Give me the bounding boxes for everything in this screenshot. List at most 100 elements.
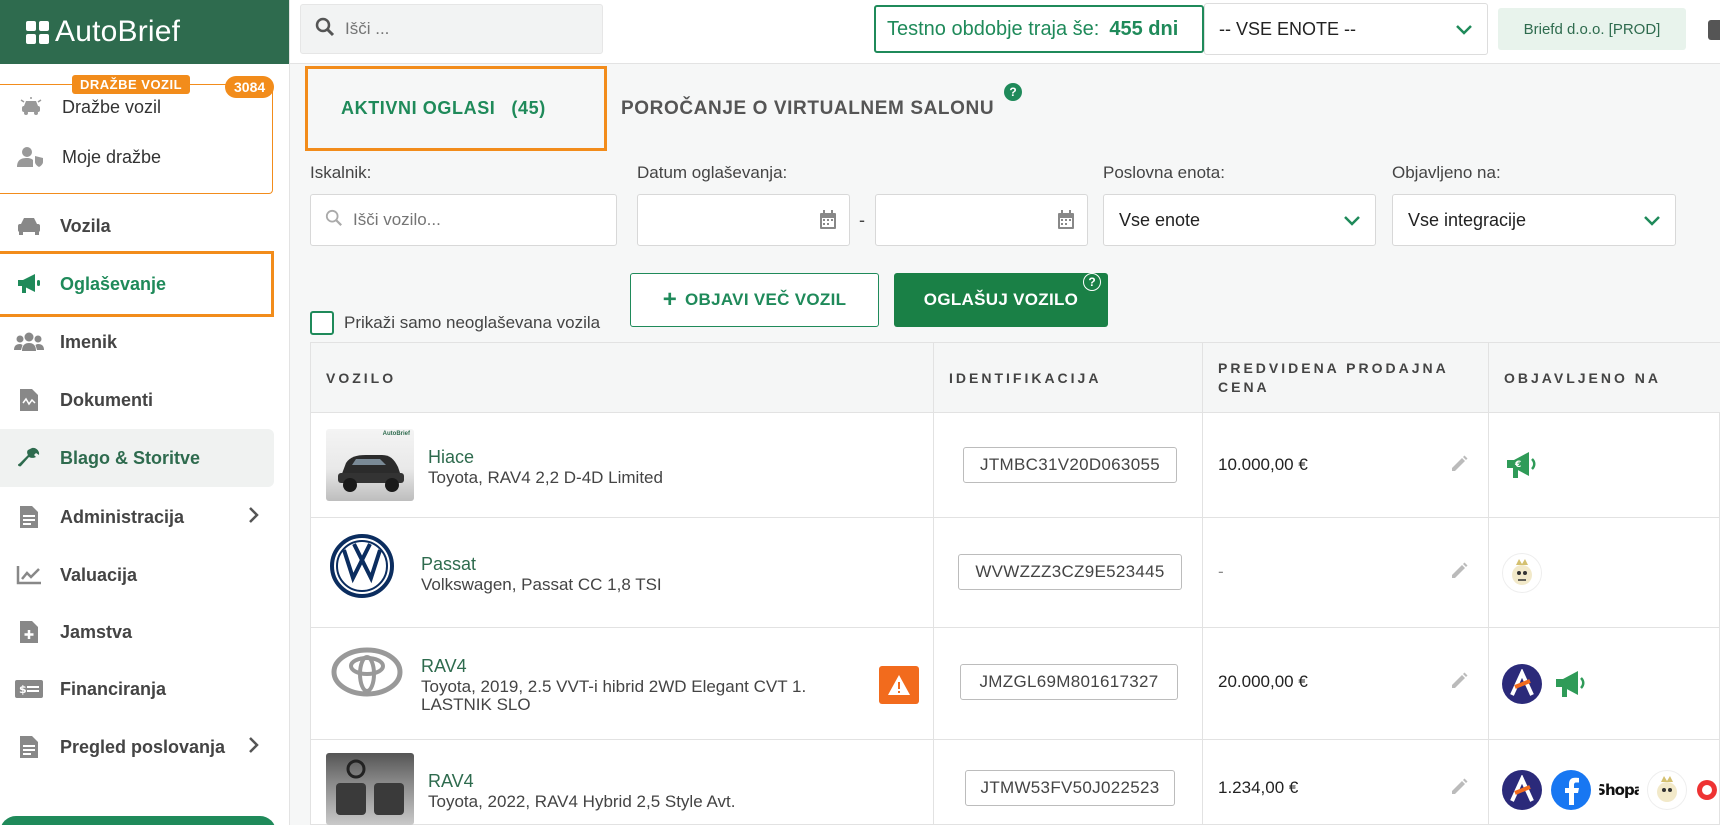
price-cell: 10.000,00 €	[1203, 413, 1489, 517]
chevron-right-icon	[248, 736, 260, 759]
tab-porocanje[interactable]: POROČANJE O VIRTUALNEM SALONU	[621, 98, 994, 120]
table-row[interactable]: RAV4 Toyota, 2022, RAV4 Hybrid 2,5 Style…	[311, 740, 1720, 825]
sidebar-item-valuacija[interactable]: Valuacija	[0, 548, 274, 602]
sidebar-item-moje-drazbe[interactable]: Moje dražbe	[16, 146, 161, 168]
vw-logo-icon[interactable]	[326, 530, 398, 602]
date-range-separator: -	[859, 210, 865, 230]
vehicle-search[interactable]	[310, 194, 617, 246]
integration-filter-value: Vse integracije	[1408, 209, 1527, 230]
date-label: Datum oglaševanja:	[637, 163, 788, 182]
sidebar-item-oglasevanje[interactable]: Oglaševanje	[0, 251, 274, 317]
unit-filter-select[interactable]: Vse enote	[1103, 194, 1376, 246]
table-header: VOZILO IDENTIFIKACIJA PREDVIDENA PRODAJN…	[311, 343, 1720, 413]
column-header-identifikacija: IDENTIFIKACIJA	[934, 343, 1203, 413]
sidebar-item-pregled-poslovanja[interactable]: Pregled poslovanja	[0, 720, 274, 774]
unadvertised-checkbox[interactable]	[310, 311, 334, 335]
sidebar-item-blago-storitve[interactable]: Blago & Storitve	[0, 429, 274, 487]
user-menu-icon[interactable]	[1708, 20, 1720, 40]
sidebar-item-dokumenti[interactable]: Dokumenti	[0, 373, 274, 427]
logo[interactable]: AutoBrief	[0, 0, 289, 64]
vin-badge[interactable]: JTMW53FV50J022523	[965, 770, 1175, 806]
date-to-field[interactable]	[875, 194, 1088, 246]
advertise-vehicle-button[interactable]: OGLAŠUJ VOZILO	[894, 273, 1108, 327]
published-on-cell: €	[1489, 413, 1720, 517]
tab-aktivni-oglasi[interactable]: AKTIVNI OGLASI (45)	[305, 66, 607, 151]
vehicle-cell: Passat Volkswagen, Passat CC 1,8 TSI	[311, 518, 934, 627]
button-label: OGLAŠUJ VOZILO	[923, 290, 1079, 309]
pencil-icon[interactable]	[1450, 778, 1468, 801]
global-search-input[interactable]	[345, 19, 585, 39]
megaphone-green-logo-icon[interactable]	[1551, 664, 1591, 704]
table-row[interactable]: Passat Volkswagen, Passat CC 1,8 TSI WVW…	[311, 518, 1720, 628]
plus-icon: +	[662, 286, 678, 313]
company-badge[interactable]: Briefd d.o.o. [PROD]	[1498, 8, 1686, 50]
pencil-icon[interactable]	[1450, 455, 1468, 478]
unit-label: Poslovna enota:	[1103, 163, 1225, 182]
topbar: Testno obdobje traja še: 455 dni -- VSE …	[290, 0, 1720, 64]
global-search[interactable]	[300, 4, 603, 54]
table-row[interactable]: AutoBrief Hiace Toyota, RAV4 2,2 D-4D Li…	[311, 413, 1720, 518]
sidebar-item-administracija[interactable]: Administracija	[0, 490, 274, 544]
vin-badge[interactable]: JTMBC31V20D063055	[963, 447, 1177, 483]
sidebar-item-label: Administracija	[60, 506, 185, 527]
sidebar-item-financiranja[interactable]: $ Financiranja	[0, 662, 274, 716]
facebook-logo-icon[interactable]	[1551, 770, 1591, 810]
tab-label: AKTIVNI OGLASI	[341, 98, 496, 118]
avto-net-logo-icon[interactable]	[1502, 770, 1542, 810]
shopa-logo-icon[interactable]: Shopa	[1599, 770, 1639, 810]
sidebar-item-label: Dražbe vozil	[62, 96, 162, 117]
identification-cell: JTMW53FV50J022523	[934, 740, 1203, 825]
partial-logo-icon[interactable]	[1693, 770, 1717, 810]
sidebar-item-vozila[interactable]: Vozila	[0, 199, 274, 253]
avto-net-logo-icon[interactable]	[1502, 664, 1542, 704]
vehicle-title[interactable]: RAV4	[421, 656, 467, 677]
vehicle-photo[interactable]: AutoBrief	[326, 429, 414, 501]
sidebar-item-imenik[interactable]: Imenik	[0, 315, 274, 369]
calendar-icon[interactable]	[819, 210, 837, 235]
toyota-logo-icon[interactable]	[331, 646, 403, 698]
date-from-field[interactable]	[637, 194, 850, 246]
vehicle-photo[interactable]	[326, 753, 414, 825]
table-row[interactable]: RAV4 Toyota, 2019, 2.5 VVT-i hibrid 2WD …	[311, 628, 1720, 740]
help-icon[interactable]: ?	[1083, 273, 1101, 291]
money-card-icon: $	[14, 677, 44, 701]
unadvertised-only-toggle[interactable]: Prikaži samo neoglaševana vozila	[310, 311, 600, 335]
megaphone-icon	[14, 272, 44, 296]
sidebar-bottom-button[interactable]	[0, 816, 276, 825]
document-icon	[14, 388, 44, 412]
mascot-logo-icon[interactable]	[1502, 553, 1542, 593]
sidebar-item-label: Financiranja	[60, 678, 167, 699]
vehicle-title[interactable]: Passat	[421, 554, 476, 575]
mascot-logo-icon[interactable]	[1647, 770, 1687, 810]
chevron-right-icon	[248, 506, 260, 529]
published-on-cell	[1489, 518, 1720, 627]
help-icon[interactable]: ?	[1004, 83, 1022, 101]
calendar-icon[interactable]	[1057, 210, 1075, 235]
vehicle-search-input[interactable]	[353, 210, 603, 230]
svg-text:$: $	[19, 683, 27, 696]
pencil-icon[interactable]	[1450, 562, 1468, 585]
chart-line-icon	[14, 563, 44, 587]
vehicle-title[interactable]: RAV4	[428, 771, 474, 792]
business-unit-select[interactable]: -- VSE ENOTE --	[1204, 3, 1488, 55]
warning-icon[interactable]	[879, 666, 919, 704]
sidebar-item-drazbe-vozil[interactable]: Dražbe vozil	[16, 96, 161, 118]
publish-multiple-button[interactable]: + OBJAVI VEČ VOZIL	[630, 273, 879, 327]
megaphone-green-logo-icon[interactable]: €	[1502, 445, 1542, 485]
auction-count-badge: 3084	[225, 76, 275, 98]
pencil-icon[interactable]	[1450, 672, 1468, 695]
sidebar-item-label: Vozila	[60, 215, 111, 236]
vin-badge[interactable]: JMZGL69M801617327	[960, 664, 1178, 700]
vehicle-cell: RAV4 Toyota, 2022, RAV4 Hybrid 2,5 Style…	[311, 740, 934, 825]
wrench-icon	[14, 446, 44, 470]
company-name: Briefd d.o.o. [PROD]	[1523, 20, 1661, 38]
button-label: OBJAVI VEČ VOZIL	[685, 290, 847, 309]
users-icon	[14, 330, 44, 354]
sidebar-item-jamstva[interactable]: Jamstva	[0, 605, 274, 659]
integration-filter-select[interactable]: Vse integracije	[1392, 194, 1676, 246]
vehicle-title[interactable]: Hiace	[428, 447, 474, 468]
vehicle-cell: RAV4 Toyota, 2019, 2.5 VVT-i hibrid 2WD …	[311, 628, 934, 739]
vin-badge[interactable]: WVWZZZ3CZ9E523445	[958, 554, 1182, 590]
chevron-down-icon	[1343, 211, 1361, 232]
price-value: 1.234,00 €	[1218, 778, 1299, 797]
